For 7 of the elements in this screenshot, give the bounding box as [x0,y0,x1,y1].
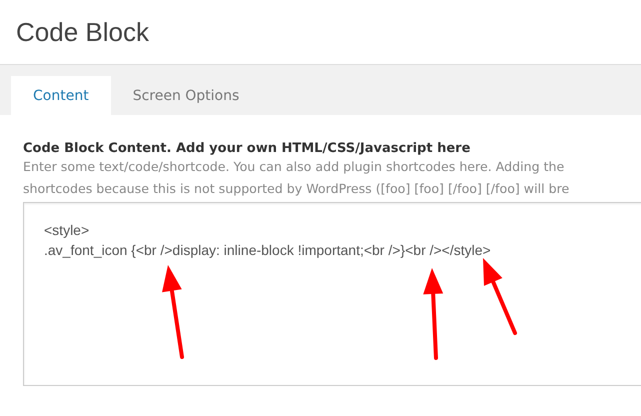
field-description: Enter some text/code/shortcode. You can also add plugin shortcodes here. Adding the [23,158,566,176]
tab[interactable]: Screen Options [110,76,262,115]
tab[interactable]: Content [11,76,111,115]
code-textarea[interactable]: <style> .av_font_icon {<br />display: inline-block !important;<br />}<br /></style> [23,202,641,386]
page-title: Code Block [16,16,149,48]
field-label: Code Block Content. Add your own HTML/CSS/Javascript here [23,141,472,156]
field-description: shortcodes because this is not supported by WordPress ([foo] [foo] [/foo] [/foo] will bre [23,180,570,198]
